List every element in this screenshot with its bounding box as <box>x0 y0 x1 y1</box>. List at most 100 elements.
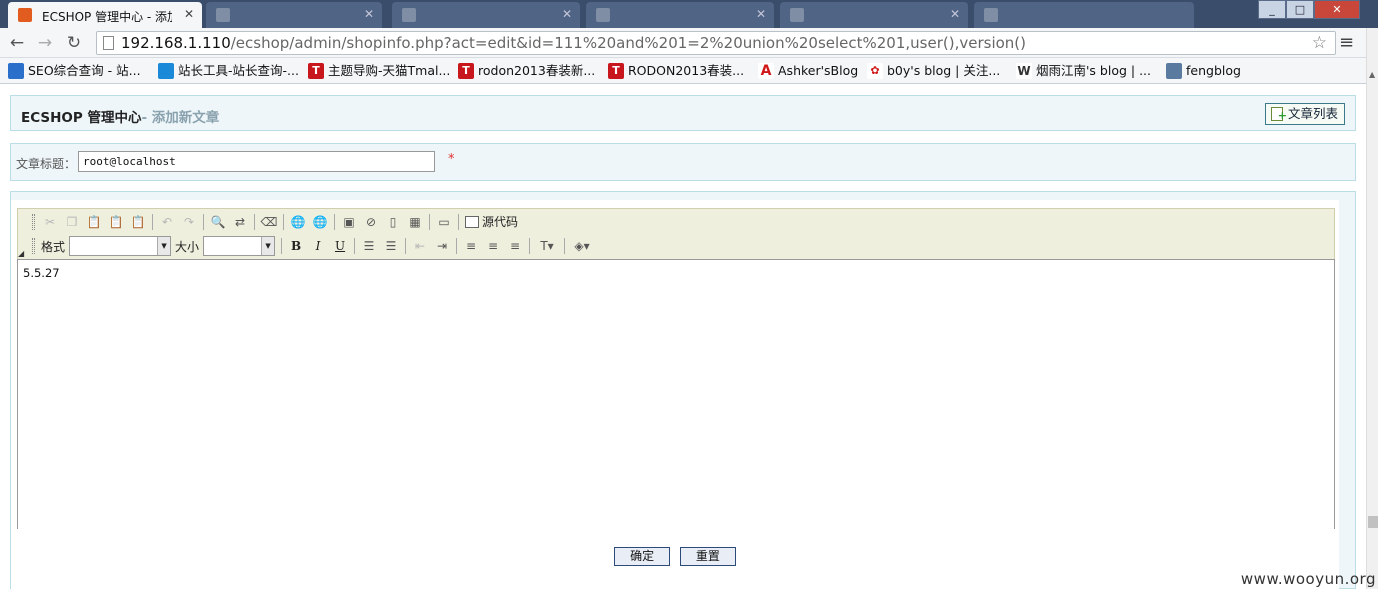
tab-close-icon[interactable]: ✕ <box>950 7 960 21</box>
toolbar-grip <box>32 214 35 230</box>
bookmark-item[interactable]: T RODON2013春装... <box>608 62 744 80</box>
outdent-icon[interactable]: ⇤ <box>409 236 431 256</box>
replace-icon[interactable]: ⇄ <box>229 212 251 232</box>
address-bar[interactable]: 192.168.1.110/ecshop/admin/shopinfo.php?… <box>96 31 1336 55</box>
vertical-scrollbar[interactable]: ▲ <box>1366 28 1378 589</box>
ordered-list-icon[interactable]: ☰ <box>358 236 380 256</box>
bookmark-favicon-icon <box>8 63 24 79</box>
indent-icon[interactable]: ⇥ <box>431 236 453 256</box>
paste-text-icon[interactable]: 📋 <box>105 212 127 232</box>
maximize-button[interactable]: □ <box>1286 0 1314 19</box>
source-button[interactable]: 源代码 <box>462 212 522 232</box>
tab-close-icon[interactable]: ✕ <box>756 7 766 21</box>
chevron-down-icon: ▼ <box>157 237 171 255</box>
toolbar-separator <box>152 214 153 230</box>
page-subtitle: - 添加新文章 <box>141 110 220 126</box>
reset-button[interactable]: 重置 <box>679 547 736 566</box>
tab-close-icon[interactable]: ✕ <box>562 7 572 21</box>
editor-content-text: 5.5.27 <box>23 266 60 280</box>
redo-icon[interactable]: ↷ <box>178 212 200 232</box>
bookmark-label: rodon2013春装新... <box>478 63 596 78</box>
bookmark-item[interactable]: A Ashker'sBlog <box>758 62 858 80</box>
submit-button[interactable]: 确定 <box>614 547 671 566</box>
page-header: ECSHOP 管理中心- 添加新文章 文章列表 <box>10 95 1356 131</box>
toolbar-separator <box>281 238 283 254</box>
editor-toolbar: ◢ ✂ ❐ 📋 📋 📋 ↶ ↷ 🔍 ⇄ ⌫ 🌐 🌐 ▣ ⊘ ▯ ▦ ▭ 源代码 … <box>17 208 1335 260</box>
browser-tab[interactable] <box>974 2 1194 28</box>
toolbar-separator <box>429 214 430 230</box>
bookmark-item[interactable]: fengblog <box>1166 62 1241 80</box>
bookmark-star-icon[interactable]: ☆ <box>1312 33 1327 53</box>
url-text[interactable]: 192.168.1.110/ecshop/admin/shopinfo.php?… <box>121 34 1026 52</box>
paste-icon[interactable]: 📋 <box>83 212 105 232</box>
toolbar-separator <box>203 214 204 230</box>
tab-close-icon[interactable]: ✕ <box>364 7 374 21</box>
bookmark-item[interactable]: T rodon2013春装新... <box>458 62 595 80</box>
remove-format-icon[interactable]: ⌫ <box>258 212 280 232</box>
link-icon[interactable]: 🌐 <box>287 212 309 232</box>
url-host: 192.168.1.110 <box>121 34 231 52</box>
browser-tab-active[interactable]: ECSHOP 管理中心 - 添加 ✕ <box>8 2 202 28</box>
reload-icon[interactable]: ↻ <box>63 32 85 54</box>
bookmark-item[interactable]: 站长工具-站长查询-... <box>158 62 299 80</box>
bookmark-favicon-icon <box>158 63 174 79</box>
toolbar-collapse-icon[interactable]: ◢ <box>18 249 24 258</box>
bold-icon[interactable]: B <box>285 236 307 256</box>
flash-icon[interactable]: ⊘ <box>360 212 382 232</box>
align-right-icon[interactable]: ≡ <box>504 236 526 256</box>
background-color-icon[interactable]: ◈▾ <box>568 236 596 256</box>
article-title-input[interactable]: root@localhost <box>78 151 435 172</box>
format-select[interactable]: ▼ <box>69 236 172 256</box>
unordered-list-icon[interactable]: ☰ <box>380 236 402 256</box>
article-list-button[interactable]: 文章列表 <box>1264 103 1345 126</box>
find-icon[interactable]: 🔍 <box>207 212 229 232</box>
back-arrow-icon[interactable]: ← <box>6 32 28 54</box>
scroll-up-arrow-icon[interactable]: ▲ <box>1369 70 1375 79</box>
toolbar-row-2: 格式 ▼ 大小 ▼ B I U ☰ ☰ ⇤ ⇥ ≡ ≡ ≡ T▾ ◈▾ <box>32 235 596 257</box>
size-select[interactable]: ▼ <box>203 236 276 256</box>
underline-icon[interactable]: U <box>329 236 351 256</box>
forward-arrow-icon[interactable]: → <box>34 32 56 54</box>
format-label: 格式 <box>41 239 66 254</box>
bookmark-label: 烟雨江南's blog | ... <box>1036 63 1151 78</box>
scrollbar-thumb[interactable] <box>1368 516 1378 528</box>
page-icon[interactable]: ▯ <box>382 212 404 232</box>
tab-strip: ECSHOP 管理中心 - 添加 ✕ ✕ ✕ ✕ ✕ _ □ ✕ <box>0 0 1378 28</box>
editor-content-area[interactable]: 5.5.27 <box>17 259 1335 529</box>
text-color-icon[interactable]: T▾ <box>533 236 561 256</box>
bookmark-label: RODON2013春装... <box>628 63 745 78</box>
tab-favicon-icon <box>402 8 416 22</box>
unlink-icon[interactable]: 🌐 <box>309 212 331 232</box>
browser-tab[interactable]: ✕ <box>586 2 774 28</box>
close-window-button[interactable]: ✕ <box>1314 0 1360 19</box>
paste-word-icon[interactable]: 📋 <box>127 212 149 232</box>
bookmark-item[interactable]: W 烟雨江南's blog | ... <box>1016 62 1151 80</box>
undo-icon[interactable]: ↶ <box>156 212 178 232</box>
tab-close-icon[interactable]: ✕ <box>184 7 194 21</box>
toolbar-separator <box>458 214 459 230</box>
brand-name: ECSHOP 管理中心 <box>21 110 142 126</box>
bookmark-label: b0y's blog | 关注... <box>887 63 1001 78</box>
adobe-favicon-icon: A <box>758 63 774 79</box>
table-icon[interactable]: ▦ <box>404 212 426 232</box>
bookmark-item[interactable]: ✿ b0y's blog | 关注... <box>867 62 1000 80</box>
fit-window-icon[interactable]: ▭ <box>433 212 455 232</box>
cut-icon[interactable]: ✂ <box>39 212 61 232</box>
minimize-button[interactable]: _ <box>1258 0 1286 19</box>
browser-tab[interactable]: ✕ <box>780 2 968 28</box>
align-center-icon[interactable]: ≡ <box>482 236 504 256</box>
image-icon[interactable]: ▣ <box>338 212 360 232</box>
toolbar-separator <box>334 214 335 230</box>
copy-icon[interactable]: ❐ <box>61 212 83 232</box>
align-left-icon[interactable]: ≡ <box>460 236 482 256</box>
italic-icon[interactable]: I <box>307 236 329 256</box>
bookmark-item[interactable]: T 主题导购-天猫Tmal... <box>308 62 450 80</box>
page-icon <box>103 36 114 50</box>
browser-tab[interactable]: ✕ <box>392 2 580 28</box>
article-title-row: 文章标题： root@localhost * <box>10 143 1356 181</box>
source-label: 源代码 <box>482 215 519 229</box>
browser-tab[interactable]: ✕ <box>206 2 382 28</box>
hamburger-menu-icon[interactable]: ≡ <box>1339 32 1354 53</box>
bookmark-item[interactable]: SEO综合查询 - 站... <box>8 62 141 80</box>
toolbar-separator <box>254 214 255 230</box>
